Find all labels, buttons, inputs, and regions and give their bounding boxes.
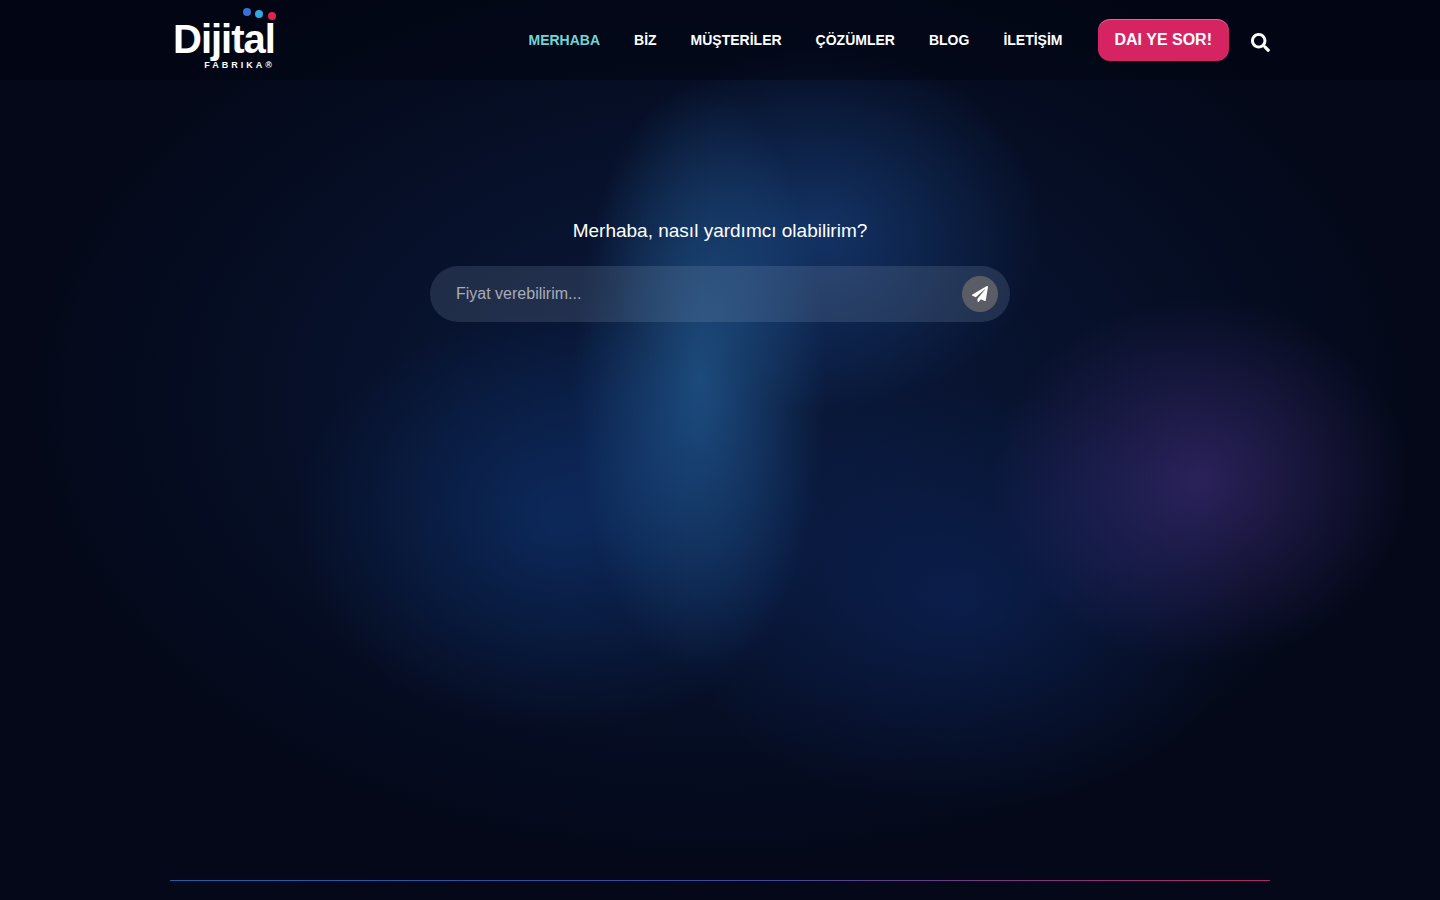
send-button[interactable] bbox=[962, 276, 998, 312]
nav-item[interactable]: ÇÖZÜMLER bbox=[816, 32, 895, 48]
nav-item[interactable]: BİZ bbox=[634, 32, 657, 48]
nav-item[interactable]: MERHABA bbox=[528, 32, 600, 48]
search-button[interactable] bbox=[1251, 29, 1270, 52]
logo-title: Dijital bbox=[173, 19, 275, 59]
hero: Merhaba, nasıl yardımcı olabilirim? bbox=[0, 80, 1440, 880]
logo-dots-icon bbox=[242, 7, 278, 21]
nav-item[interactable]: İLETİŞİM bbox=[1003, 32, 1062, 48]
page: DijitalFABRIKA® MERHABA BİZ MÜŞTERİLER ÇÖZÜM… bbox=[0, 0, 1440, 900]
cta-button[interactable]: DAI YE SOR! bbox=[1098, 19, 1230, 61]
chat-input[interactable] bbox=[454, 284, 952, 304]
divider-line bbox=[170, 880, 1270, 881]
nav-item[interactable]: MÜŞTERİLER bbox=[691, 32, 782, 48]
search-icon bbox=[1251, 33, 1270, 52]
nav: MERHABA BİZ MÜŞTERİLER ÇÖZÜMLER BLOG İLETİŞİM bbox=[528, 32, 1062, 48]
paper-plane-icon bbox=[972, 286, 988, 302]
logo[interactable]: DijitalFABRIKA® bbox=[170, 7, 275, 74]
chat-bar bbox=[430, 266, 1010, 322]
logo-subtitle: FABRIKA® bbox=[204, 60, 275, 70]
header: DijitalFABRIKA® MERHABA BİZ MÜŞTERİLER ÇÖZÜM… bbox=[0, 0, 1440, 80]
hero-title: Merhaba, nasıl yardımcı olabilirim? bbox=[573, 220, 868, 242]
nav-item[interactable]: BLOG bbox=[929, 32, 969, 48]
